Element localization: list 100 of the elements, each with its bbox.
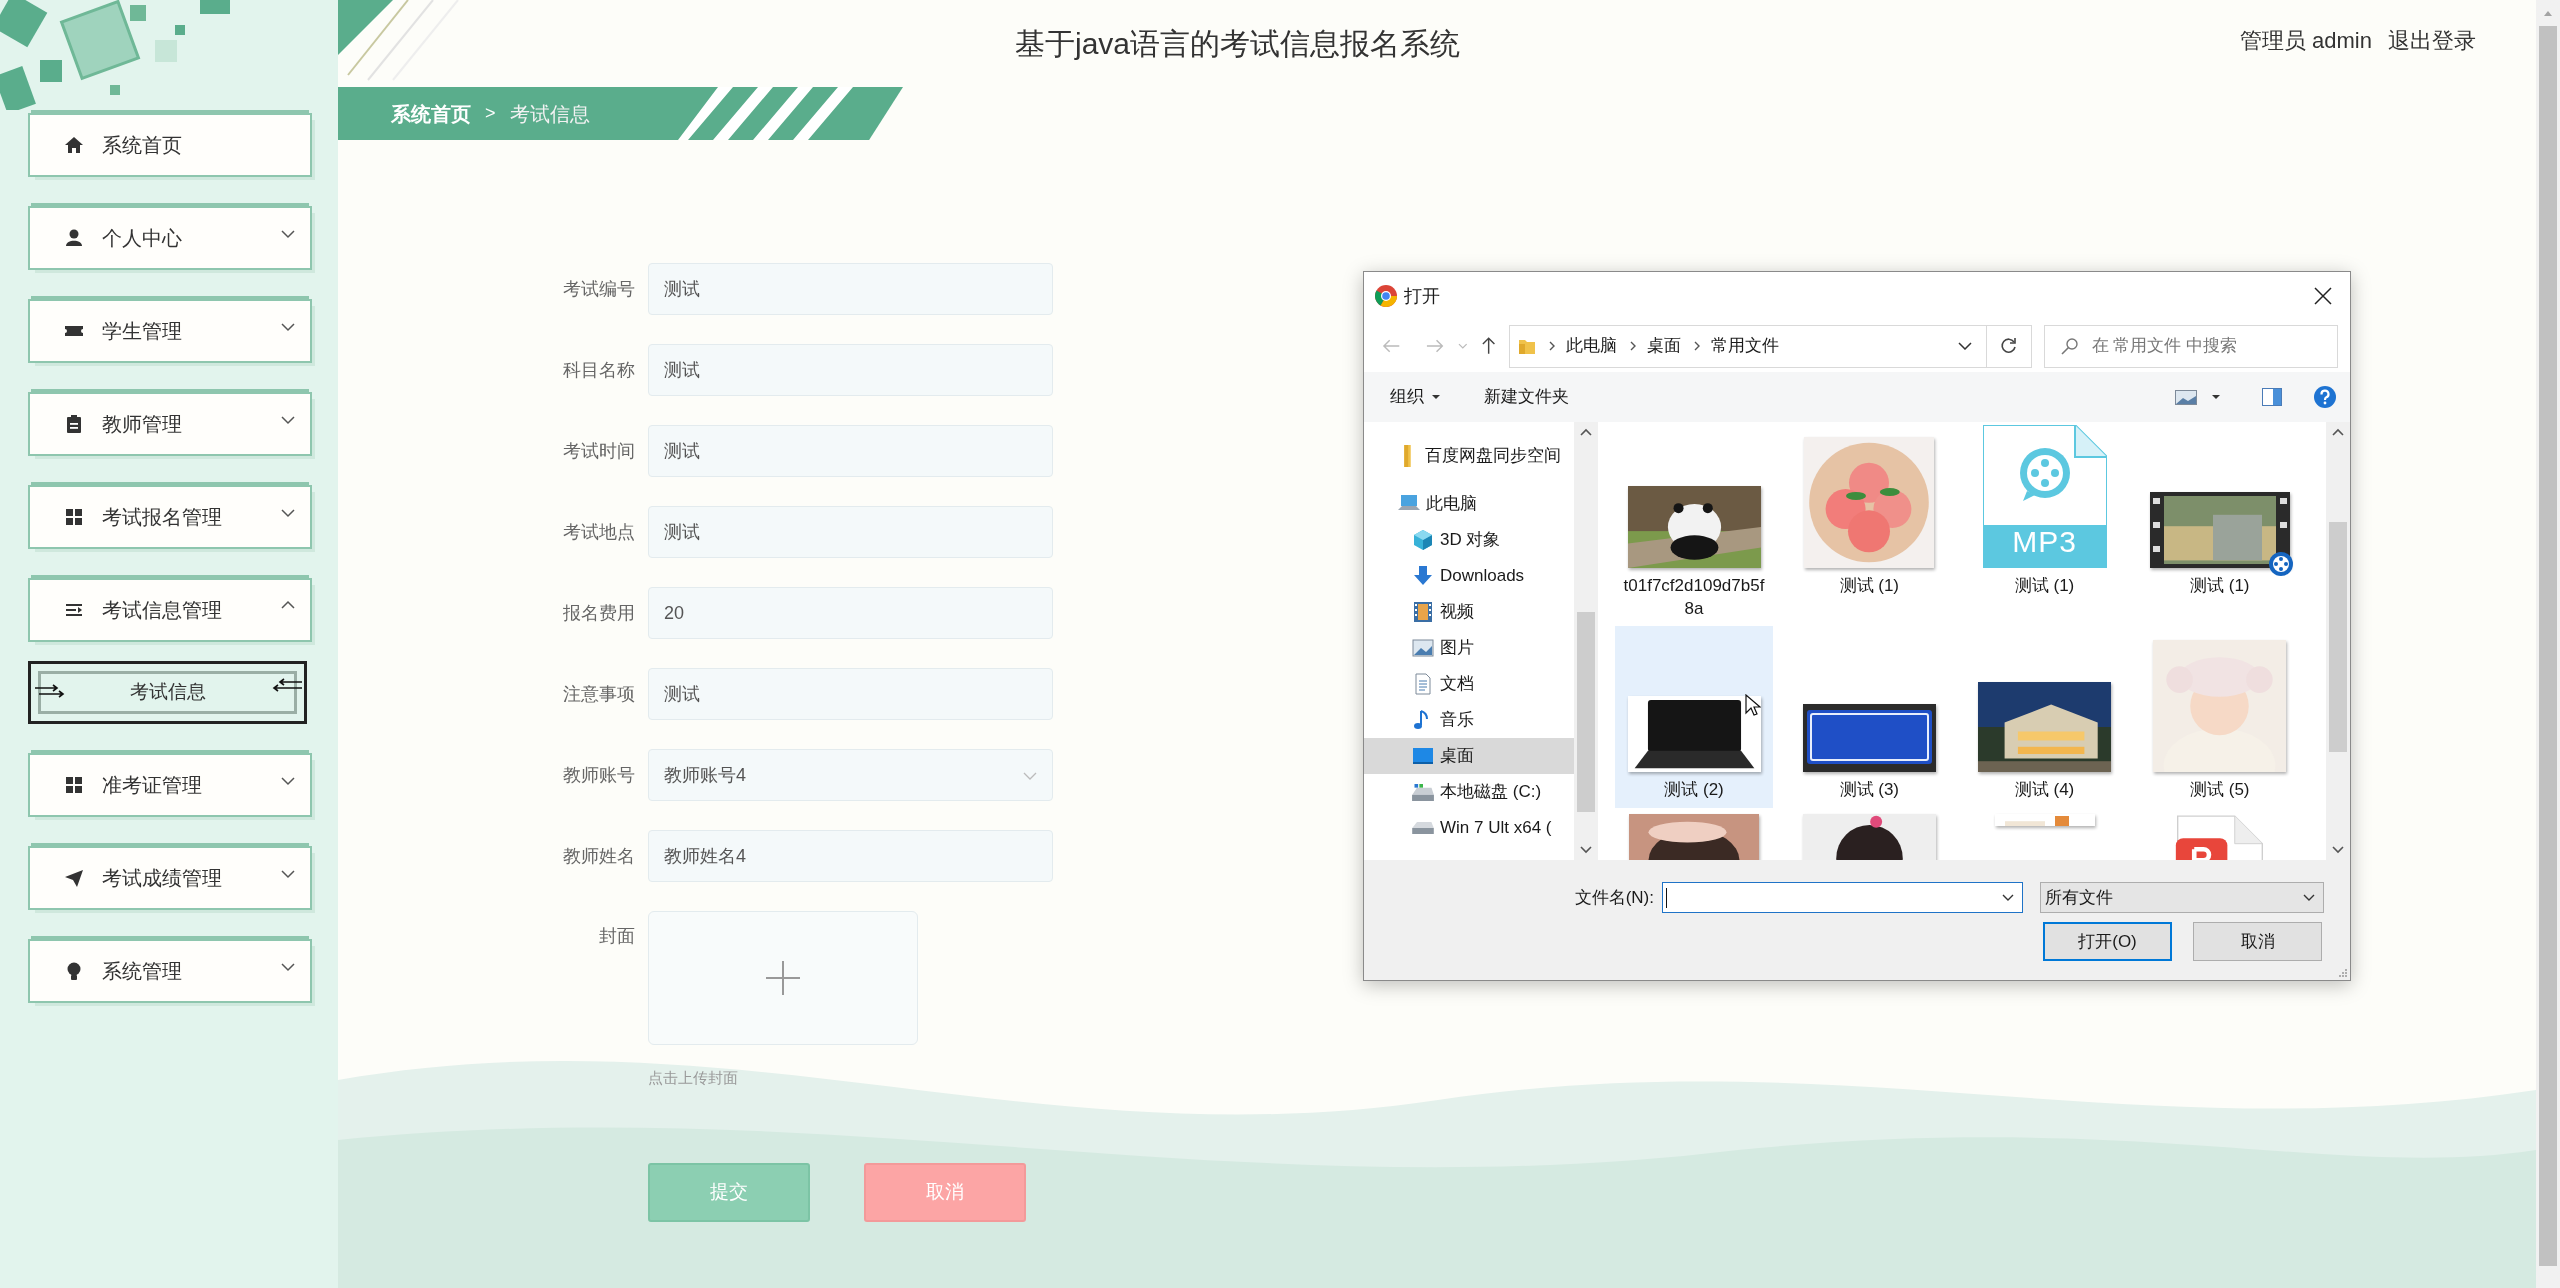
scroll-up-icon[interactable] <box>1580 428 1592 437</box>
nav-item[interactable]: Win 7 Ult x64 ( <box>1364 810 1574 846</box>
view-button[interactable] <box>2175 389 2197 405</box>
input-field[interactable]: 测试 <box>648 668 1053 720</box>
nav-item[interactable]: 视频 <box>1364 594 1574 630</box>
path-segment[interactable]: 桌面 <box>1647 333 1682 359</box>
preview-pane-button[interactable] <box>2262 388 2282 406</box>
file-name[interactable]: 测试 (3) <box>1794 778 1945 801</box>
nav-item[interactable]: 桌面 <box>1364 738 1574 774</box>
toolbar-button[interactable]: 组织 <box>1390 384 1440 410</box>
download-icon <box>1412 565 1434 587</box>
scrollbar[interactable] <box>2536 0 2560 1288</box>
chevron-down-icon[interactable] <box>1958 342 1973 350</box>
forward-icon <box>1425 337 1445 355</box>
scrollbar-thumb[interactable] <box>2329 522 2347 752</box>
scrollbar-thumb[interactable] <box>2539 26 2557 1266</box>
file-item[interactable]: t01f7cf2d109d7b5f8a <box>1615 422 1773 626</box>
field-label: 教师姓名 <box>562 844 635 868</box>
home-icon <box>64 135 84 155</box>
file-item[interactable]: 测试 (1) <box>2140 422 2299 626</box>
open-button[interactable]: 打开(O) <box>2043 922 2172 961</box>
cancel-button[interactable]: 取消 <box>2193 922 2322 961</box>
input-field[interactable]: 测试 <box>648 506 1053 558</box>
cube-icon <box>1412 529 1434 551</box>
sidebar-item[interactable]: 个人中心 <box>28 206 312 270</box>
plus-icon <box>766 961 800 995</box>
nav-item[interactable]: 音乐 <box>1364 702 1574 738</box>
file-name[interactable]: 测试 (1) <box>1794 574 1945 597</box>
search-field[interactable]: 在 常用文件 中搜索 <box>2043 324 2338 368</box>
help-button[interactable] <box>2314 386 2336 408</box>
video-badge-icon <box>2268 552 2293 576</box>
sidebar-item[interactable]: 系统首页 <box>28 113 312 177</box>
scrollbar[interactable] <box>1574 422 1598 860</box>
scroll-down-icon[interactable] <box>1580 845 1592 854</box>
grid-icon <box>64 775 84 795</box>
file-type-label: MP3 <box>2011 524 2078 560</box>
file-name[interactable]: 测试 (5) <box>2144 778 2295 801</box>
scroll-down-icon[interactable] <box>2332 845 2344 854</box>
chevron-right-icon <box>1629 341 1638 351</box>
input-field[interactable]: 测试 <box>648 263 1053 315</box>
nav-item[interactable]: 图片 <box>1364 630 1574 666</box>
file-type-select[interactable]: 所有文件 <box>2040 882 2324 913</box>
caret-icon <box>1432 395 1440 399</box>
path-segment[interactable]: 常用文件 <box>1711 333 1780 359</box>
file-item[interactable]: 测试 (3) <box>1790 626 1949 808</box>
preview-pane-icon <box>2262 388 2282 406</box>
nav-item[interactable]: 文档 <box>1364 666 1574 702</box>
sidebar-item[interactable]: 考试报名管理 <box>28 485 312 549</box>
select-field[interactable]: 教师账号4 <box>648 749 1053 801</box>
sidebar-item[interactable]: 教师管理 <box>28 392 312 456</box>
app-icon <box>1374 284 1398 308</box>
nav-item[interactable]: 此电脑 <box>1364 486 1574 522</box>
input-field[interactable]: 测试 <box>648 425 1053 477</box>
chevron-down-icon <box>2303 894 2315 902</box>
submenu-item[interactable]: 考试信息 <box>28 661 307 724</box>
file-item[interactable]: MP3 测试 (1) <box>1965 422 2124 626</box>
refresh-icon <box>2000 337 2018 355</box>
scroll-up-icon[interactable] <box>2332 428 2344 437</box>
file-item[interactable]: 测试 (5) <box>2140 626 2299 808</box>
address-bar[interactable]: 此电脑 桌面 常用文件 <box>1509 324 1988 368</box>
sidebar-item[interactable]: 系统管理 <box>28 939 312 1003</box>
file-item[interactable]: 测试 (2) <box>1615 626 1773 808</box>
nav-item[interactable]: 本地磁盘 (C:) <box>1364 774 1574 810</box>
field-label: 封面 <box>598 925 635 948</box>
field-label: 科目名称 <box>562 358 635 382</box>
filename-field[interactable] <box>1662 882 2023 913</box>
scrollbar[interactable] <box>2326 422 2350 860</box>
file-name[interactable]: 测试 (4) <box>1969 778 2120 801</box>
refresh-button[interactable] <box>1987 324 2032 368</box>
nav-item[interactable]: 3D 对象 <box>1364 522 1574 558</box>
nav-item[interactable]: Downloads <box>1364 558 1574 594</box>
field-label: 考试地点 <box>562 520 635 544</box>
image-icon <box>1412 637 1434 659</box>
logout-link[interactable]: 退出登录 <box>2388 24 2476 57</box>
file-item[interactable]: 测试 (1) <box>1790 422 1949 626</box>
chevron-down-icon[interactable] <box>2002 894 2014 902</box>
file-name[interactable]: 测试 (1) <box>2144 574 2295 597</box>
resize-grip-icon[interactable] <box>2337 968 2348 978</box>
sidebar-item[interactable]: 考试信息管理 <box>28 578 312 642</box>
file-name[interactable]: 测试 (2) <box>1619 778 1769 801</box>
grid-icon <box>64 507 84 527</box>
folder-icon <box>1404 445 1411 467</box>
sidebar-item[interactable]: 学生管理 <box>28 299 312 363</box>
search-icon <box>2060 337 2078 355</box>
upload-hint: 点击上传封面 <box>648 1068 739 1088</box>
file-item[interactable]: 测试 (4) <box>1965 626 2124 808</box>
sidebar-item[interactable]: 考试成绩管理 <box>28 846 312 910</box>
up-icon <box>1480 336 1498 356</box>
sidebar-item[interactable]: 准考证管理 <box>28 753 312 817</box>
toolbar-button[interactable]: 新建文件夹 <box>1484 384 1569 410</box>
scrollbar-thumb[interactable] <box>1577 612 1595 812</box>
input-field[interactable]: 20 <box>648 587 1053 639</box>
file-name[interactable]: 测试 (1) <box>1969 574 2120 597</box>
up-button[interactable] <box>1480 336 1498 356</box>
path-segment[interactable]: 此电脑 <box>1566 333 1618 359</box>
nav-item[interactable]: 百度网盘同步空间 <box>1364 438 1574 474</box>
view-menu-button[interactable] <box>2212 395 2220 399</box>
input-field[interactable]: 测试 <box>648 344 1053 396</box>
input-field[interactable]: 教师姓名4 <box>648 830 1053 882</box>
file-name[interactable]: t01f7cf2d109d7b5f8a <box>1619 574 1769 620</box>
